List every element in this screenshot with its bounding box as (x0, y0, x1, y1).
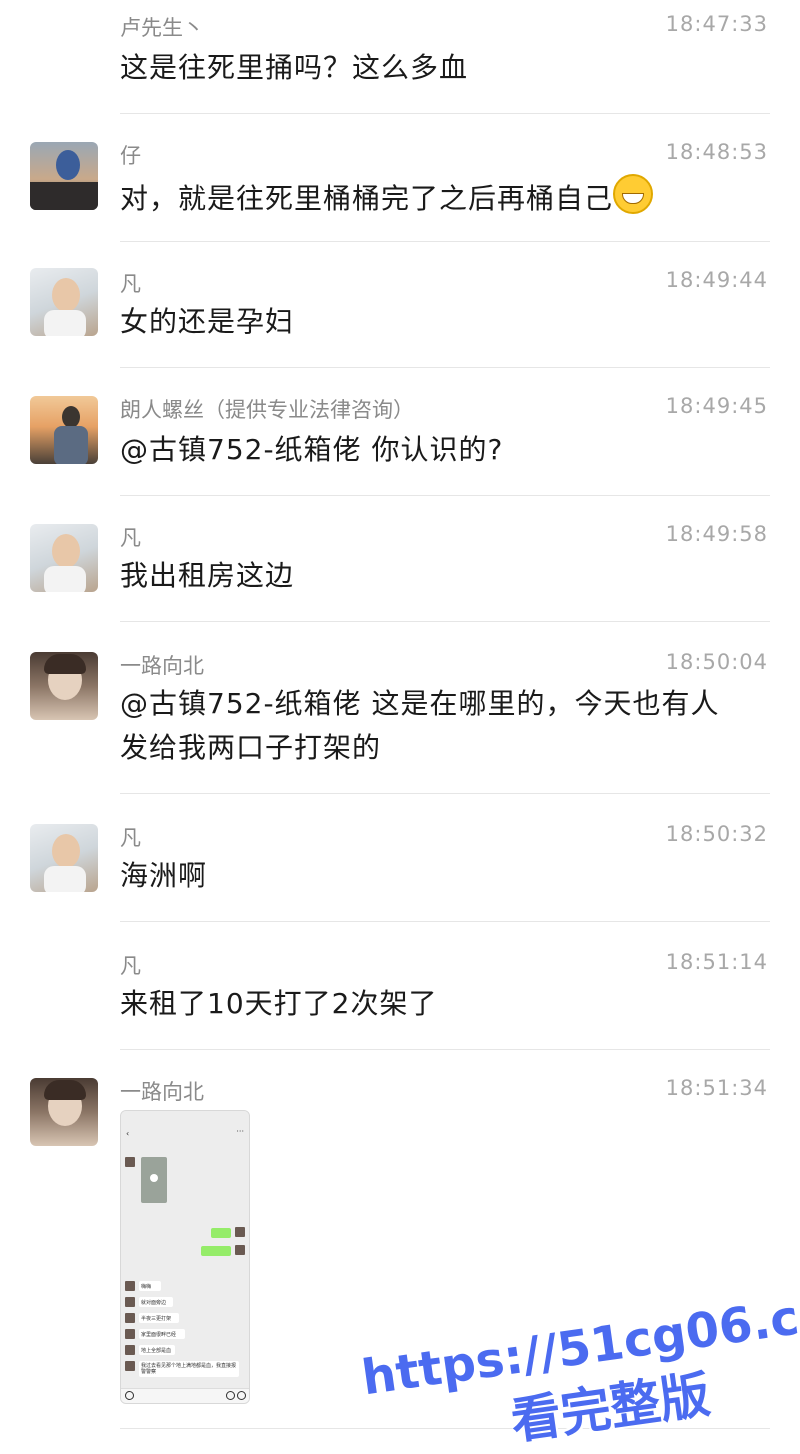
sender-name[interactable]: 凡 (120, 268, 141, 298)
avatar[interactable] (30, 1078, 98, 1146)
voice-icon (125, 1391, 134, 1400)
emoji-icon (226, 1391, 235, 1400)
thumbnail-header (121, 1111, 249, 1143)
avatar (125, 1361, 135, 1371)
avatar (125, 1157, 135, 1167)
chat-line: 半夜三更打架 (141, 1316, 172, 1322)
avatar[interactable] (30, 268, 98, 336)
message-time: 18:50:32 (665, 822, 768, 846)
avatar (125, 1281, 135, 1291)
message-text[interactable]: @古镇752-纸箱佬 这是在哪里的，今天也有人 发给我两口子打架的 (120, 682, 760, 770)
avatar (125, 1329, 135, 1339)
chat-line: 我过去看见那个地上满地都是血，我直接报警警察 (141, 1363, 237, 1375)
message-text[interactable]: 来租了10天打了2次架了 (120, 982, 760, 1026)
message-item: 凡 18:51:14 来租了10天打了2次架了 (0, 922, 800, 1050)
message-text-content: 对，就是往死里桶桶完了之后再桶自己 (120, 182, 614, 215)
avatar (125, 1297, 135, 1307)
avatar (235, 1227, 245, 1237)
message-item: 一路向北 18:50:04 @古镇752-纸箱佬 这是在哪里的，今天也有人 发给… (0, 622, 800, 794)
message-item: 朗人螺丝（提供专业法律咨询） 18:49:45 @古镇752-纸箱佬 你认识的? (0, 368, 800, 496)
sender-name[interactable]: 凡 (120, 950, 141, 980)
message-time: 18:48:53 (665, 140, 768, 164)
sender-name[interactable]: 一路向北 (120, 650, 204, 680)
message-time: 18:49:45 (665, 394, 768, 418)
add-icon (237, 1391, 246, 1400)
message-item: 卢先生丶 18:47:33 这是往死里捅吗？这么多血 (0, 0, 800, 114)
message-text[interactable]: 女的还是孕妇 (120, 300, 760, 344)
message-text[interactable]: 我出租房这边 (120, 554, 760, 598)
sender-name[interactable]: 卢先生丶 (120, 12, 204, 42)
back-icon: ‹ (126, 1129, 130, 1138)
avatar (125, 1313, 135, 1323)
message-item: 仔 18:48:53 对，就是往死里桶桶完了之后再桶自己 (0, 114, 800, 242)
avatar[interactable] (30, 652, 98, 720)
message-text[interactable]: 海洲啊 (120, 854, 760, 898)
sender-name[interactable]: 朗人螺丝（提供专业法律咨询） (120, 394, 414, 424)
sender-name[interactable]: 仔 (120, 140, 141, 170)
chat-line: 就对面旁边 (141, 1300, 167, 1306)
chat-bubble (201, 1246, 231, 1256)
message-time: 18:49:58 (665, 522, 768, 546)
grinning-face-emoji-icon (613, 174, 654, 214)
message-item: 凡 18:50:32 海洲啊 (0, 794, 800, 922)
sender-name[interactable]: 凡 (120, 822, 141, 852)
chat-line: 家里面很畔已经 (141, 1332, 177, 1338)
message-time: 18:51:14 (665, 950, 768, 974)
message-text[interactable]: 这是往死里捅吗？这么多血 (120, 46, 760, 90)
avatar[interactable] (30, 142, 98, 210)
chat-line: 地上全部是血 (141, 1348, 172, 1354)
chat-bubble (211, 1228, 231, 1238)
image-message-thumbnail[interactable]: ‹ ··· 嗨嗨 就对面旁边 半夜三更打架 家里面很畔已经 地上全部是血 我过去… (120, 1110, 250, 1404)
message-text-line: @古镇752-纸箱佬 这是在哪里的，今天也有人 (120, 687, 720, 720)
message-text[interactable]: @古镇752-纸箱佬 你认识的? (120, 428, 760, 472)
message-time: 18:49:44 (665, 268, 768, 292)
chat-line: 嗨嗨 (141, 1284, 152, 1290)
more-icon: ··· (236, 1127, 244, 1136)
message-text[interactable]: 对，就是往死里桶桶完了之后再桶自己 (120, 174, 760, 221)
sender-name[interactable]: 一路向北 (120, 1076, 204, 1106)
sender-name[interactable]: 凡 (120, 522, 141, 552)
message-item: 凡 18:49:58 我出租房这边 (0, 496, 800, 622)
message-text-line: 发给我两口子打架的 (120, 731, 382, 764)
avatar (125, 1345, 135, 1355)
avatar[interactable] (30, 824, 98, 892)
avatar[interactable] (30, 396, 98, 464)
avatar[interactable] (30, 524, 98, 592)
message-time: 18:50:04 (665, 650, 768, 674)
avatar (235, 1245, 245, 1255)
message-time: 18:51:34 (665, 1076, 768, 1100)
play-icon (150, 1174, 158, 1182)
message-time: 18:47:33 (665, 12, 768, 36)
message-item: 凡 18:49:44 女的还是孕妇 (0, 242, 800, 368)
